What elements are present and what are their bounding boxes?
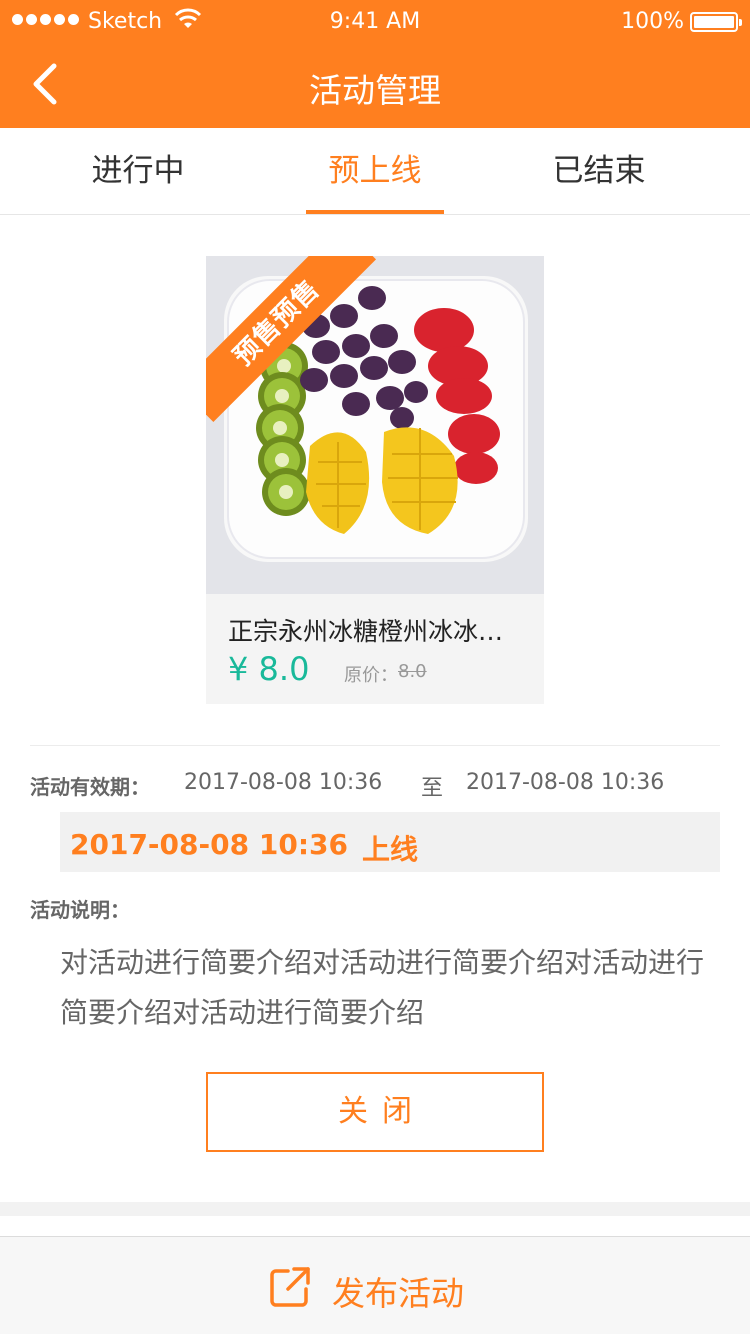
status-bar: Sketch 9:41 AM 100%	[0, 0, 750, 44]
section-separator	[0, 1202, 750, 1216]
tab-pre-online[interactable]: 预上线	[297, 128, 453, 214]
product-name: 正宗永州冰糖橙州冰冰…	[228, 617, 504, 646]
publish-activity-button[interactable]: 发布活动	[0, 1236, 750, 1334]
tab-bar: 进行中 预上线 已结束	[0, 128, 750, 215]
online-time: 2017-08-08 10:36	[70, 828, 348, 861]
activity-period-separator: 至	[421, 776, 444, 801]
close-button[interactable]: 关闭	[206, 1072, 544, 1152]
activity-period-end: 2017-08-08 10:36	[466, 770, 665, 795]
online-status: 上线	[362, 833, 419, 866]
original-price: 8.0	[398, 661, 427, 682]
header: Sketch 9:41 AM 100% 活动管理	[0, 0, 750, 128]
share-external-icon	[270, 1267, 310, 1307]
tab-ended[interactable]: 已结束	[521, 128, 677, 214]
publish-activity-label: 发布活动	[332, 1274, 464, 1313]
divider	[30, 745, 720, 746]
activity-description: 对活动进行简要介绍对活动进行简要介绍对活动进行简要介绍对活动进行简要介绍	[60, 946, 705, 1029]
activity-period-start: 2017-08-08 10:36	[184, 770, 383, 795]
original-price-label: 原价：	[344, 665, 398, 686]
tab-ongoing[interactable]: 进行中	[60, 128, 216, 214]
activity-description-label: 活动说明：	[30, 898, 130, 922]
page-title: 活动管理	[309, 71, 441, 110]
product-image: 预售预售	[206, 256, 544, 594]
battery-percent: 100%	[621, 9, 684, 34]
battery-icon	[690, 12, 742, 32]
activity-period-label: 活动有效期：	[30, 775, 150, 799]
tab-active-indicator	[306, 210, 444, 214]
product-price: ¥ 8.0	[228, 650, 310, 688]
